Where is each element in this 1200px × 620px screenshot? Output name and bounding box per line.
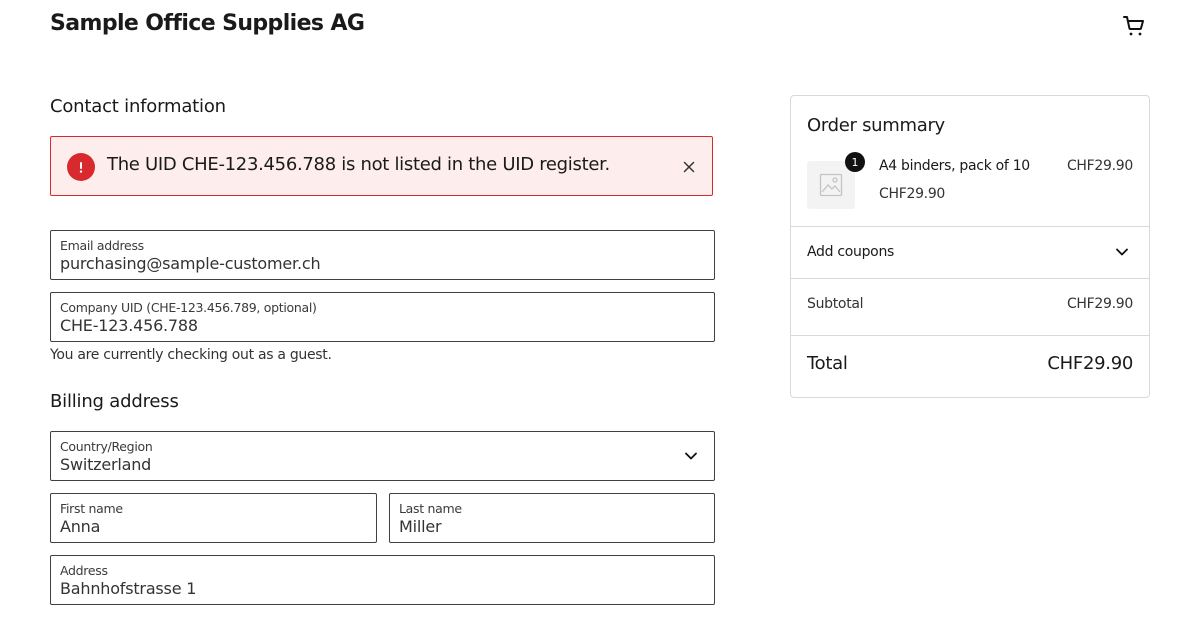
email-field-label: Email address xyxy=(60,238,144,253)
divider xyxy=(791,335,1149,336)
item-name: A4 binders, pack of 10 xyxy=(879,158,1030,174)
order-summary: Order summary 1 A4 binders, pack of 10 C… xyxy=(790,95,1150,398)
first-name-input[interactable] xyxy=(60,517,353,536)
uid-error-banner: The UID CHE-123.456.788 is not listed in… xyxy=(50,136,713,196)
order-summary-title: Order summary xyxy=(807,115,945,136)
company-uid-field[interactable]: Company UID (CHE-123.456.789, optional) xyxy=(50,292,715,342)
close-icon[interactable] xyxy=(681,159,697,175)
country-select[interactable]: Country/Region Switzerland xyxy=(50,431,715,481)
company-uid-input[interactable] xyxy=(60,316,657,335)
address-input[interactable] xyxy=(60,579,657,598)
item-unit-price: CHF29.90 xyxy=(879,186,946,202)
email-field[interactable]: Email address xyxy=(50,230,715,280)
error-alert-icon xyxy=(67,153,95,181)
last-name-field-label: Last name xyxy=(399,501,462,516)
billing-section-title: Billing address xyxy=(50,391,179,412)
add-coupons-label: Add coupons xyxy=(807,244,895,260)
first-name-field-label: First name xyxy=(60,501,123,516)
first-name-field[interactable]: First name xyxy=(50,493,377,543)
cart-button[interactable] xyxy=(1120,12,1148,40)
image-placeholder-icon xyxy=(819,173,843,197)
error-message: The UID CHE-123.456.788 is not listed in… xyxy=(107,154,610,175)
last-name-field[interactable]: Last name xyxy=(389,493,715,543)
company-uid-field-label: Company UID (CHE-123.456.789, optional) xyxy=(60,300,317,315)
last-name-input[interactable] xyxy=(399,517,691,536)
chevron-down-icon xyxy=(685,452,697,460)
total-value: CHF29.90 xyxy=(1047,353,1133,374)
guest-checkout-note: You are currently checking out as a gues… xyxy=(50,347,332,363)
store-name[interactable]: Sample Office Supplies AG xyxy=(50,11,365,36)
subtotal-label: Subtotal xyxy=(807,296,864,312)
add-coupons-toggle[interactable]: Add coupons xyxy=(791,227,1149,279)
country-select-label: Country/Region xyxy=(60,439,153,454)
chevron-down-icon xyxy=(1116,248,1128,256)
subtotal-value: CHF29.90 xyxy=(1066,296,1133,312)
address-field[interactable]: Address xyxy=(50,555,715,605)
divider xyxy=(791,278,1149,279)
shopping-cart-icon xyxy=(1123,16,1144,36)
item-line-price: CHF29.90 xyxy=(1066,158,1133,174)
country-select-value: Switzerland xyxy=(60,455,152,474)
address-field-label: Address xyxy=(60,563,108,578)
total-label: Total xyxy=(807,353,848,374)
contact-section-title: Contact information xyxy=(50,96,226,117)
email-input[interactable] xyxy=(60,254,657,273)
quantity-badge: 1 xyxy=(845,152,865,172)
